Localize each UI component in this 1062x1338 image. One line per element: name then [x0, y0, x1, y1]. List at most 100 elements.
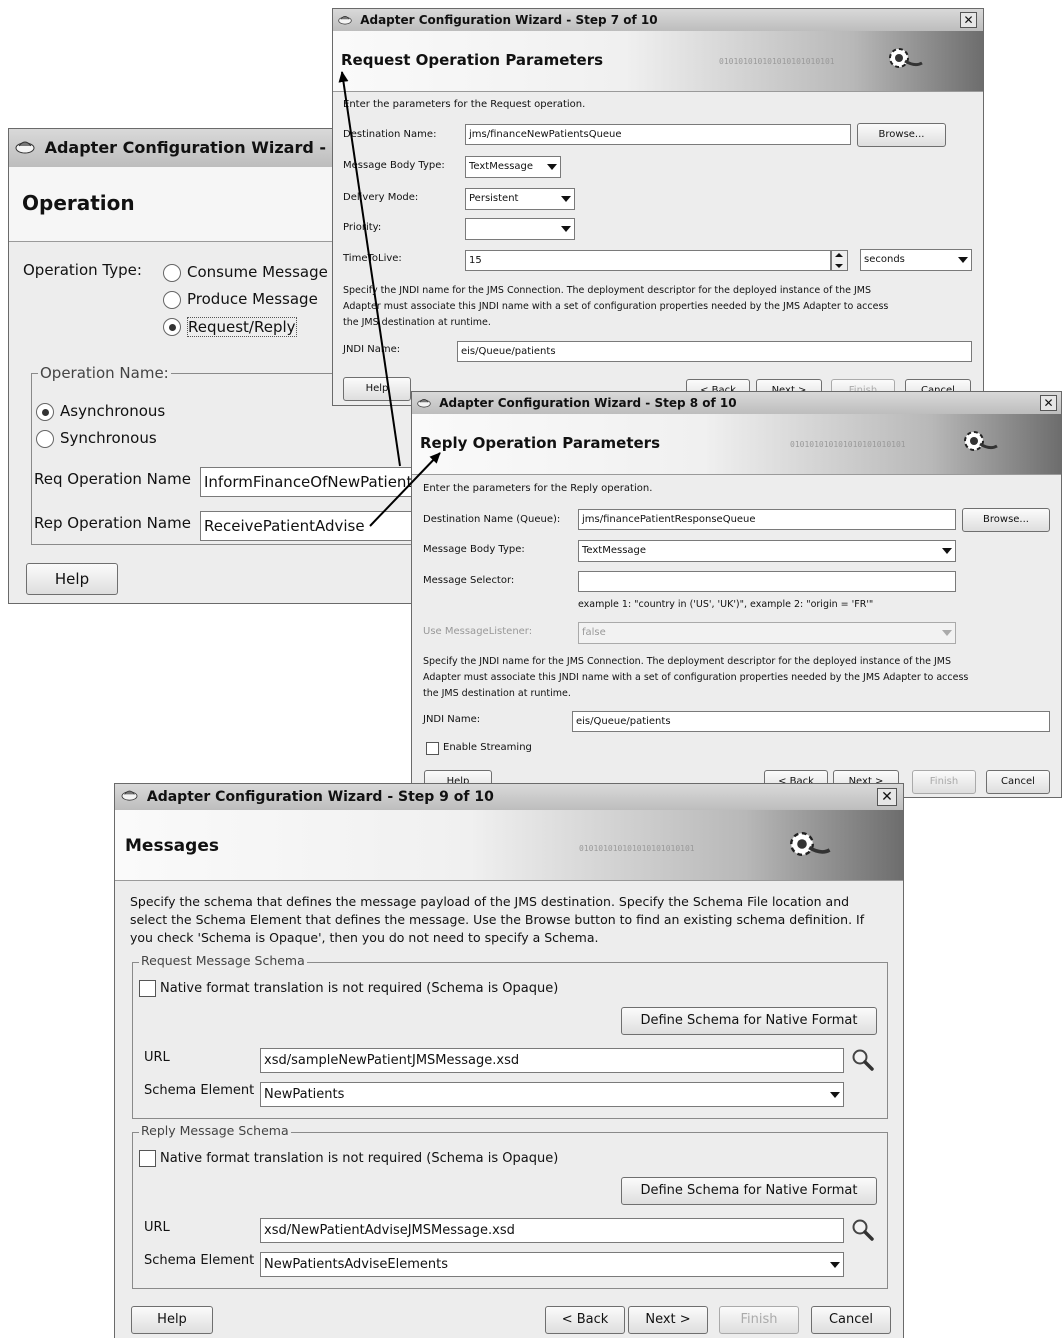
search-icon[interactable]	[851, 1218, 875, 1242]
step8-cancel-button[interactable]: Cancel	[986, 770, 1050, 794]
step7-dialog: Adapter Configuration Wizard - Step 7 of…	[332, 8, 984, 406]
consume-message-label[interactable]: Consume Message	[187, 263, 328, 281]
produce-message-radio[interactable]	[163, 291, 181, 309]
step9-help-button[interactable]: Help	[131, 1306, 213, 1334]
wizard-icon	[121, 784, 138, 810]
step9-banner-bits: 010101010101010101010101	[579, 844, 695, 853]
step8-enable-streaming-label[interactable]: Enable Streaming	[443, 742, 532, 753]
reply-url-input[interactable]: xsd/NewPatientAdviseJMSMessage.xsd	[260, 1218, 844, 1243]
dropdown-arrow-icon	[942, 630, 952, 636]
asynchronous-label[interactable]: Asynchronous	[60, 402, 165, 420]
step8-selector-label: Message Selector:	[423, 575, 515, 586]
step8-close-icon[interactable]: ✕	[1040, 395, 1057, 411]
step8-body-type-select[interactable]: TextMessage	[578, 540, 956, 562]
operation-name-group-title: Operation Name:	[38, 364, 171, 382]
step8-desc-line1: Specify the JNDI name for the JMS Connec…	[423, 656, 952, 667]
rep-operation-name-input[interactable]: ReceivePatientAdvise	[200, 511, 427, 541]
step7-jndi-input[interactable]: eis/Queue/patients	[457, 341, 972, 362]
req-operation-name-label: Req Operation Name	[34, 470, 191, 488]
reply-url-label: URL	[144, 1220, 170, 1235]
step8-heading: Reply Operation Parameters	[420, 434, 661, 452]
step8-destination-label: Destination Name (Queue):	[423, 514, 561, 525]
asynchronous-radio[interactable]	[36, 403, 54, 421]
wizard-icon	[417, 393, 431, 415]
step7-destination-label: Destination Name:	[343, 129, 437, 140]
dropdown-arrow-icon	[958, 257, 968, 263]
wizard-icon	[338, 10, 352, 32]
reply-native-checkbox[interactable]	[139, 1150, 156, 1167]
step7-jndi-label: JNDI Name:	[343, 344, 401, 355]
operation-help-button[interactable]: Help	[26, 563, 118, 595]
step7-browse-button[interactable]: Browse...	[857, 123, 946, 147]
step7-banner-bits: 010101010101010101010101	[719, 57, 835, 66]
step7-body-type-value: TextMessage	[469, 161, 534, 172]
operation-type-label: Operation Type:	[23, 261, 142, 279]
request-reply-radio[interactable]	[163, 318, 181, 336]
request-schema-element-select[interactable]: NewPatients	[260, 1082, 844, 1107]
step7-heading: Request Operation Parameters	[341, 51, 604, 69]
reply-define-schema-button[interactable]: Define Schema for Native Format	[621, 1177, 877, 1205]
step8-jndi-input[interactable]: eis/Queue/patients	[572, 711, 1050, 732]
step7-banner: Request Operation Parameters 01010101010…	[333, 31, 983, 92]
request-schema-element-value: NewPatients	[264, 1087, 345, 1102]
request-native-label[interactable]: Native format translation is not require…	[160, 981, 558, 996]
step9-back-button[interactable]: < Back	[545, 1306, 625, 1334]
search-icon[interactable]	[851, 1048, 875, 1072]
spinner-icon[interactable]	[831, 250, 848, 271]
step8-body-type-value: TextMessage	[582, 545, 647, 556]
step8-dialog: Adapter Configuration Wizard - Step 8 of…	[411, 391, 1062, 798]
step8-destination-input[interactable]: jms/financePatientResponseQueue	[578, 509, 956, 530]
reply-schema-element-label: Schema Element	[144, 1253, 255, 1268]
synchronous-radio[interactable]	[36, 430, 54, 448]
step8-listener-select: false	[578, 622, 956, 644]
step9-close-icon[interactable]: ✕	[877, 788, 897, 806]
step7-title-bar: Adapter Configuration Wizard - Step 7 of…	[333, 9, 983, 32]
gear-banner-icon	[790, 832, 831, 856]
step7-delivery-value: Persistent	[469, 193, 519, 204]
reply-native-label[interactable]: Native format translation is not require…	[160, 1151, 558, 1166]
step8-desc-line3: the JMS destination at runtime.	[423, 688, 571, 699]
step8-desc-line2: Adapter must associate this JNDI name wi…	[423, 672, 969, 683]
step7-desc-line1: Specify the JNDI name for the JMS Connec…	[343, 285, 872, 296]
dropdown-arrow-icon	[561, 226, 571, 232]
step7-body-type-select[interactable]: TextMessage	[465, 156, 561, 178]
step7-title: Adapter Configuration Wizard - Step 7 of…	[360, 13, 658, 27]
step9-title-bar: Adapter Configuration Wizard - Step 9 of…	[115, 784, 903, 811]
step7-priority-label: Priority:	[343, 222, 382, 233]
step9-cancel-button[interactable]: Cancel	[811, 1306, 891, 1334]
step7-destination-input[interactable]: jms/financeNewPatientsQueue	[465, 124, 851, 145]
step7-ttl-input[interactable]: 15	[465, 250, 831, 271]
step9-title: Adapter Configuration Wizard - Step 9 of…	[146, 789, 494, 805]
step9-desc-line3: you check 'Schema is Opaque', then you d…	[130, 930, 599, 945]
req-operation-name-input[interactable]: InformFinanceOfNewPatient	[200, 467, 427, 497]
step7-help-button[interactable]: Help	[343, 377, 411, 401]
step9-heading: Messages	[125, 836, 219, 856]
produce-message-label[interactable]: Produce Message	[187, 290, 318, 308]
step8-banner-bits: 010101010101010101010101	[790, 440, 906, 449]
dropdown-arrow-icon	[547, 164, 557, 170]
step8-selector-input[interactable]	[578, 571, 956, 592]
reply-schema-element-select[interactable]: NewPatientsAdviseElements	[260, 1252, 844, 1277]
request-native-checkbox[interactable]	[139, 980, 156, 997]
step7-delivery-label: Delivery Mode:	[343, 192, 419, 203]
step7-close-icon[interactable]: ✕	[960, 12, 977, 28]
step8-browse-button[interactable]: Browse...	[962, 508, 1050, 532]
synchronous-label[interactable]: Synchronous	[60, 429, 157, 447]
consume-message-radio[interactable]	[163, 264, 181, 282]
request-url-input[interactable]: xsd/sampleNewPatientJMSMessage.xsd	[260, 1048, 844, 1073]
step7-priority-select[interactable]	[465, 218, 575, 240]
step8-enable-streaming-checkbox[interactable]	[426, 742, 439, 755]
reply-schema-group-title: Reply Message Schema	[139, 1123, 291, 1138]
step7-delivery-select[interactable]: Persistent	[465, 188, 575, 210]
operation-heading: Operation	[22, 191, 135, 215]
step7-ttl-unit-select[interactable]: seconds	[860, 249, 972, 271]
step9-next-button[interactable]: Next >	[628, 1306, 708, 1334]
step7-body-type-label: Message Body Type:	[343, 160, 445, 171]
reply-schema-element-value: NewPatientsAdviseElements	[264, 1257, 448, 1272]
request-reply-label[interactable]: Request/Reply	[187, 317, 297, 337]
step7-desc-line2: Adapter must associate this JNDI name wi…	[343, 301, 889, 312]
request-schema-group-title: Request Message Schema	[139, 953, 307, 968]
wizard-icon	[15, 130, 35, 168]
dropdown-arrow-icon	[561, 196, 571, 202]
request-define-schema-button[interactable]: Define Schema for Native Format	[621, 1007, 877, 1035]
